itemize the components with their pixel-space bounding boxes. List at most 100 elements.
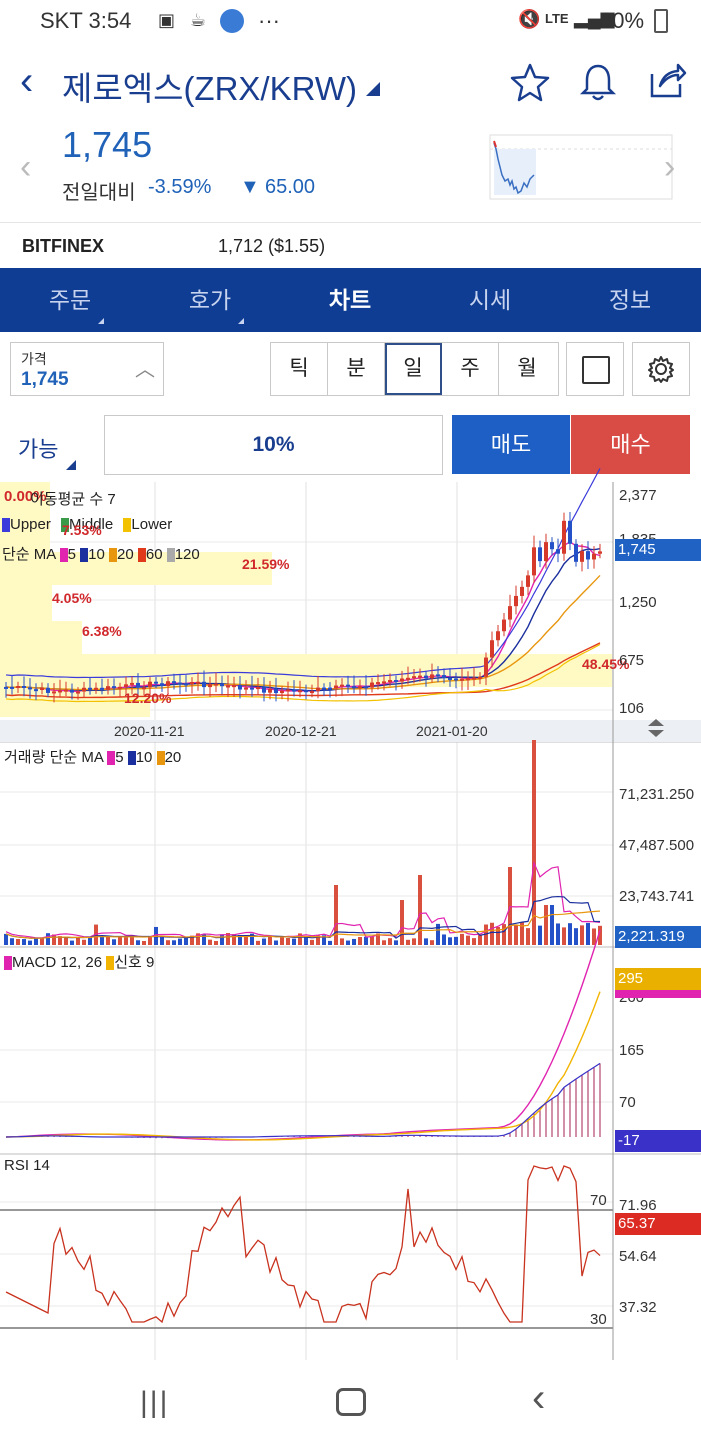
volume-bar: [580, 925, 584, 945]
candle-body: [280, 690, 284, 694]
buy-button[interactable]: 매수: [571, 415, 690, 474]
candle-body: [262, 687, 266, 693]
period-month[interactable]: 월: [499, 343, 555, 395]
title-dropdown-icon[interactable]: [366, 82, 380, 96]
settings-button[interactable]: [632, 342, 690, 396]
gallery-icon: ▣: [158, 10, 176, 30]
home-icon[interactable]: [336, 1388, 366, 1416]
tab-market[interactable]: 시세: [420, 268, 560, 332]
recent-apps-icon[interactable]: |||: [140, 1386, 169, 1420]
profile-pct-3: 4.05%: [52, 590, 92, 606]
candle-body: [346, 684, 350, 687]
profile-pct-1: 7.53%: [62, 522, 102, 538]
tab-chart[interactable]: 차트: [280, 268, 420, 332]
volume-bar: [388, 938, 392, 945]
period-week[interactable]: 주: [442, 343, 499, 395]
volume-bar: [178, 938, 182, 945]
volume-bar: [574, 928, 578, 945]
candle-body: [244, 687, 248, 690]
price-selector-label: 가격: [21, 351, 47, 367]
volume-bar: [508, 867, 512, 945]
volume-bar: [160, 936, 164, 945]
fullscreen-button[interactable]: [566, 342, 624, 396]
share-icon[interactable]: [648, 62, 687, 100]
volume-bar: [526, 928, 530, 945]
candle-body: [562, 520, 566, 554]
period-tick[interactable]: 틱: [271, 343, 328, 395]
back-nav-icon[interactable]: ‹: [532, 1376, 545, 1421]
candle-body: [418, 675, 422, 678]
alarm-bell-icon[interactable]: [579, 62, 617, 102]
candle-body: [10, 686, 14, 689]
tab-order[interactable]: 주문: [0, 268, 140, 332]
volume-bar: [412, 938, 416, 945]
volume-bar: [370, 936, 374, 945]
back-icon[interactable]: ‹: [20, 56, 33, 106]
candle-body: [214, 683, 218, 686]
candle-body: [238, 685, 242, 690]
candle-body: [166, 681, 170, 687]
volume-bar: [76, 937, 80, 945]
chevron-up-icon: ︿: [135, 359, 155, 381]
candle-body: [52, 691, 56, 694]
sell-button[interactable]: 매도: [452, 415, 570, 474]
candle-body: [46, 687, 50, 693]
panel-resize-up-icon[interactable]: [648, 719, 664, 726]
favorite-star-icon[interactable]: [510, 62, 550, 102]
volume-bar: [184, 937, 188, 945]
candle-body: [334, 685, 338, 689]
candle-body: [544, 542, 548, 562]
page-title[interactable]: 제로엑스(ZRX/KRW): [62, 62, 357, 110]
candle-body: [520, 586, 524, 596]
battery-icon: [654, 9, 668, 33]
volume-bar: [556, 923, 560, 945]
tab-corner-icon: [98, 318, 104, 324]
macd-signal-label: 신호 9: [114, 954, 155, 971]
candle-body: [298, 690, 302, 693]
volume-bar: [502, 924, 506, 945]
prev-chevron-icon[interactable]: ‹: [20, 148, 31, 187]
volume-bar: [142, 940, 146, 945]
avail-label[interactable]: 가능: [18, 432, 58, 464]
tab-info[interactable]: 정보: [560, 268, 700, 332]
candle-body: [64, 689, 68, 692]
chart-canvas[interactable]: [0, 468, 701, 1360]
candle-body: [442, 675, 446, 678]
candle-body: [556, 549, 560, 554]
main-tabs: 주문 호가 차트 시세 정보: [0, 268, 701, 332]
volume-bar: [136, 940, 140, 945]
volume-bar: [460, 933, 464, 945]
candle-body: [142, 687, 146, 690]
avail-dropdown-icon[interactable]: [66, 460, 76, 470]
mute-icon: 🔇: [518, 9, 541, 29]
candle-body: [112, 686, 116, 689]
macd-line-tag: 278: [615, 990, 701, 998]
status-bar: SKT 3:54 ▣ ☕ ··· 🔇 LTE ▂▄▆ 30%: [0, 0, 701, 44]
candle-body: [118, 686, 122, 689]
profile-pct-4: 6.38%: [82, 623, 122, 639]
candle-body: [496, 631, 500, 641]
ma60-label: 60: [145, 546, 163, 563]
profile-pct-5: 12.20%: [124, 690, 172, 706]
mini-sparkline-chart[interactable]: [489, 134, 673, 200]
volume-y-tick: 23,743.741: [619, 888, 695, 905]
rsi-lower-band: 30: [590, 1311, 607, 1328]
candle-body: [586, 551, 590, 560]
next-chevron-icon[interactable]: ›: [664, 148, 675, 187]
price-selector[interactable]: 가격 1,745 ︿: [10, 342, 164, 396]
panel-resize-down-icon[interactable]: [648, 730, 664, 737]
candle-body: [16, 686, 20, 689]
candle-body: [274, 688, 278, 694]
volume-bar: [328, 940, 332, 945]
tab-hoga[interactable]: 호가: [140, 268, 280, 332]
signal-line: [5, 991, 601, 1141]
volume-label: 거래량 단순 MA: [4, 749, 104, 766]
main-y-tick: 106: [619, 700, 645, 717]
period-minute[interactable]: 분: [328, 343, 385, 395]
exchange-name: BITFINEX: [22, 236, 105, 256]
period-day[interactable]: 일: [385, 343, 442, 395]
volume-bar: [28, 940, 32, 945]
candle-body: [436, 674, 440, 677]
down-arrow-icon: ▼: [240, 176, 260, 198]
percent-selector[interactable]: 10%: [104, 415, 443, 475]
